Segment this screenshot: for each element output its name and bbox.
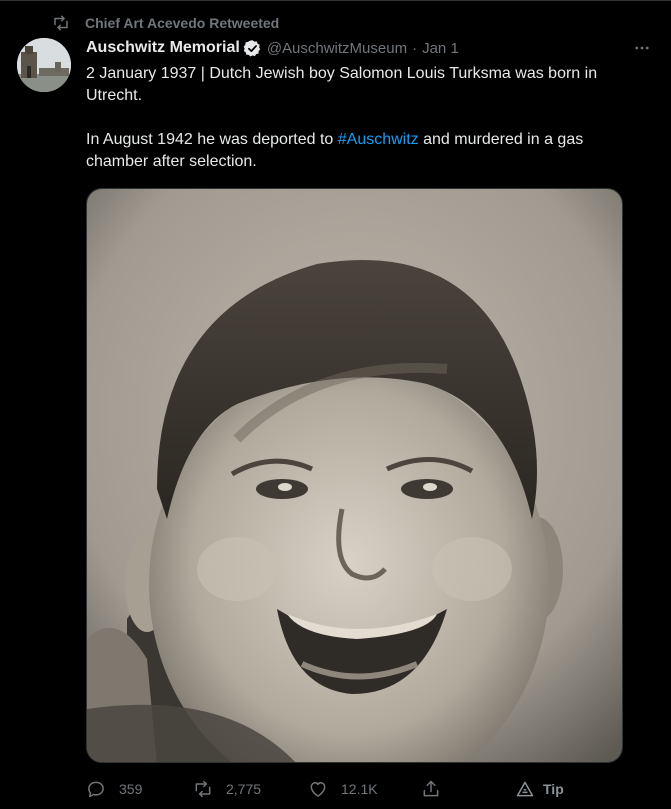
verified-badge-icon [243, 39, 260, 56]
tweet[interactable]: Chief Art Acevedo Retweeted Auschwitz Me… [0, 0, 671, 809]
author-name[interactable]: Auschwitz Memorial [86, 39, 240, 57]
retweet-button[interactable]: 2,775 [193, 777, 261, 801]
retweet-count: 2,775 [226, 781, 262, 797]
hashtag-link[interactable]: #Auschwitz [338, 131, 419, 148]
author-handle[interactable]: @AuschwitzMuseum [267, 40, 407, 57]
retweet-icon [54, 15, 68, 31]
share-button[interactable] [421, 777, 441, 801]
tweet-text: 2 January 1937 | Dutch Jewish boy Salomo… [86, 63, 646, 173]
tip-icon [516, 781, 534, 797]
share-icon [423, 780, 439, 797]
more-icon [635, 46, 649, 50]
like-count: 12.1K [341, 781, 378, 797]
more-options-button[interactable] [631, 37, 653, 59]
like-button[interactable]: 12.1K [308, 777, 378, 801]
tweet-header: Auschwitz Memorial @AuschwitzMuseum · Ja… [86, 37, 651, 59]
reply-button[interactable]: 359 [86, 777, 142, 801]
tip-label: Tip [543, 781, 564, 797]
tweet-paragraph-2: In August 1942 he was deported to #Ausch… [86, 129, 646, 173]
tip-button[interactable]: Tip [515, 777, 564, 801]
retweet-label: Chief Art Acevedo Retweeted [85, 15, 280, 31]
heart-icon [310, 782, 326, 797]
separator: · [412, 39, 418, 57]
paragraph-2-start: In August 1942 he was deported to [86, 131, 338, 148]
tweet-date[interactable]: Jan 1 [422, 40, 459, 57]
tweet-paragraph-1: 2 January 1937 | Dutch Jewish boy Salomo… [86, 65, 598, 104]
retweet-context[interactable]: Chief Art Acevedo Retweeted [52, 13, 279, 33]
tweet-actions: 359 2,775 12.1K Tip [86, 777, 566, 801]
tweet-photo[interactable] [86, 188, 623, 763]
avatar[interactable] [17, 38, 71, 92]
reply-count: 359 [119, 781, 143, 797]
reply-icon [88, 781, 104, 798]
retweet-action-icon [195, 780, 211, 798]
